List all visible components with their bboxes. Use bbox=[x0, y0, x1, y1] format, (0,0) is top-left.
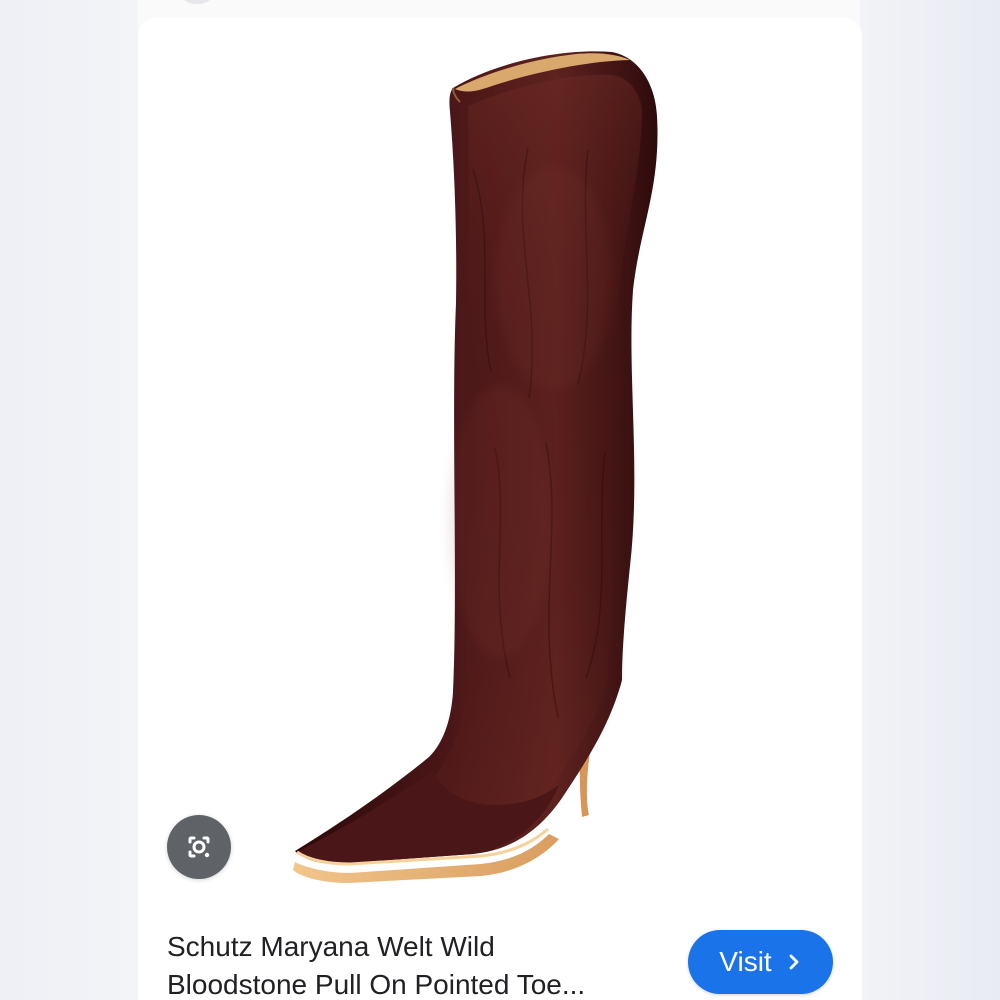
product-title-line-1: Schutz Maryana Welt Wild bbox=[167, 931, 495, 962]
google-lens-button[interactable] bbox=[167, 815, 231, 879]
visit-button[interactable]: Visit bbox=[688, 930, 833, 994]
chevron-right-icon bbox=[789, 954, 799, 970]
product-result-card[interactable]: Schutz Maryana Welt Wild Bloodstone Pull… bbox=[138, 18, 862, 1000]
visit-button-label: Visit bbox=[719, 946, 772, 977]
google-lens-result-screen: Schutz Maryana Welt Wild Bloodstone Pull… bbox=[0, 0, 1000, 1000]
boot-photo bbox=[138, 18, 862, 918]
top-avatar-edge bbox=[176, 0, 218, 4]
google-lens-icon bbox=[188, 836, 210, 858]
right-background-gutter bbox=[860, 0, 1000, 1000]
product-title-line-2: Bloodstone Pull On Pointed Toe... bbox=[167, 969, 586, 1000]
product-title[interactable]: Schutz Maryana Welt Wild Bloodstone Pull… bbox=[167, 928, 687, 1000]
left-background-gutter bbox=[0, 0, 138, 1000]
product-image[interactable] bbox=[138, 18, 862, 918]
